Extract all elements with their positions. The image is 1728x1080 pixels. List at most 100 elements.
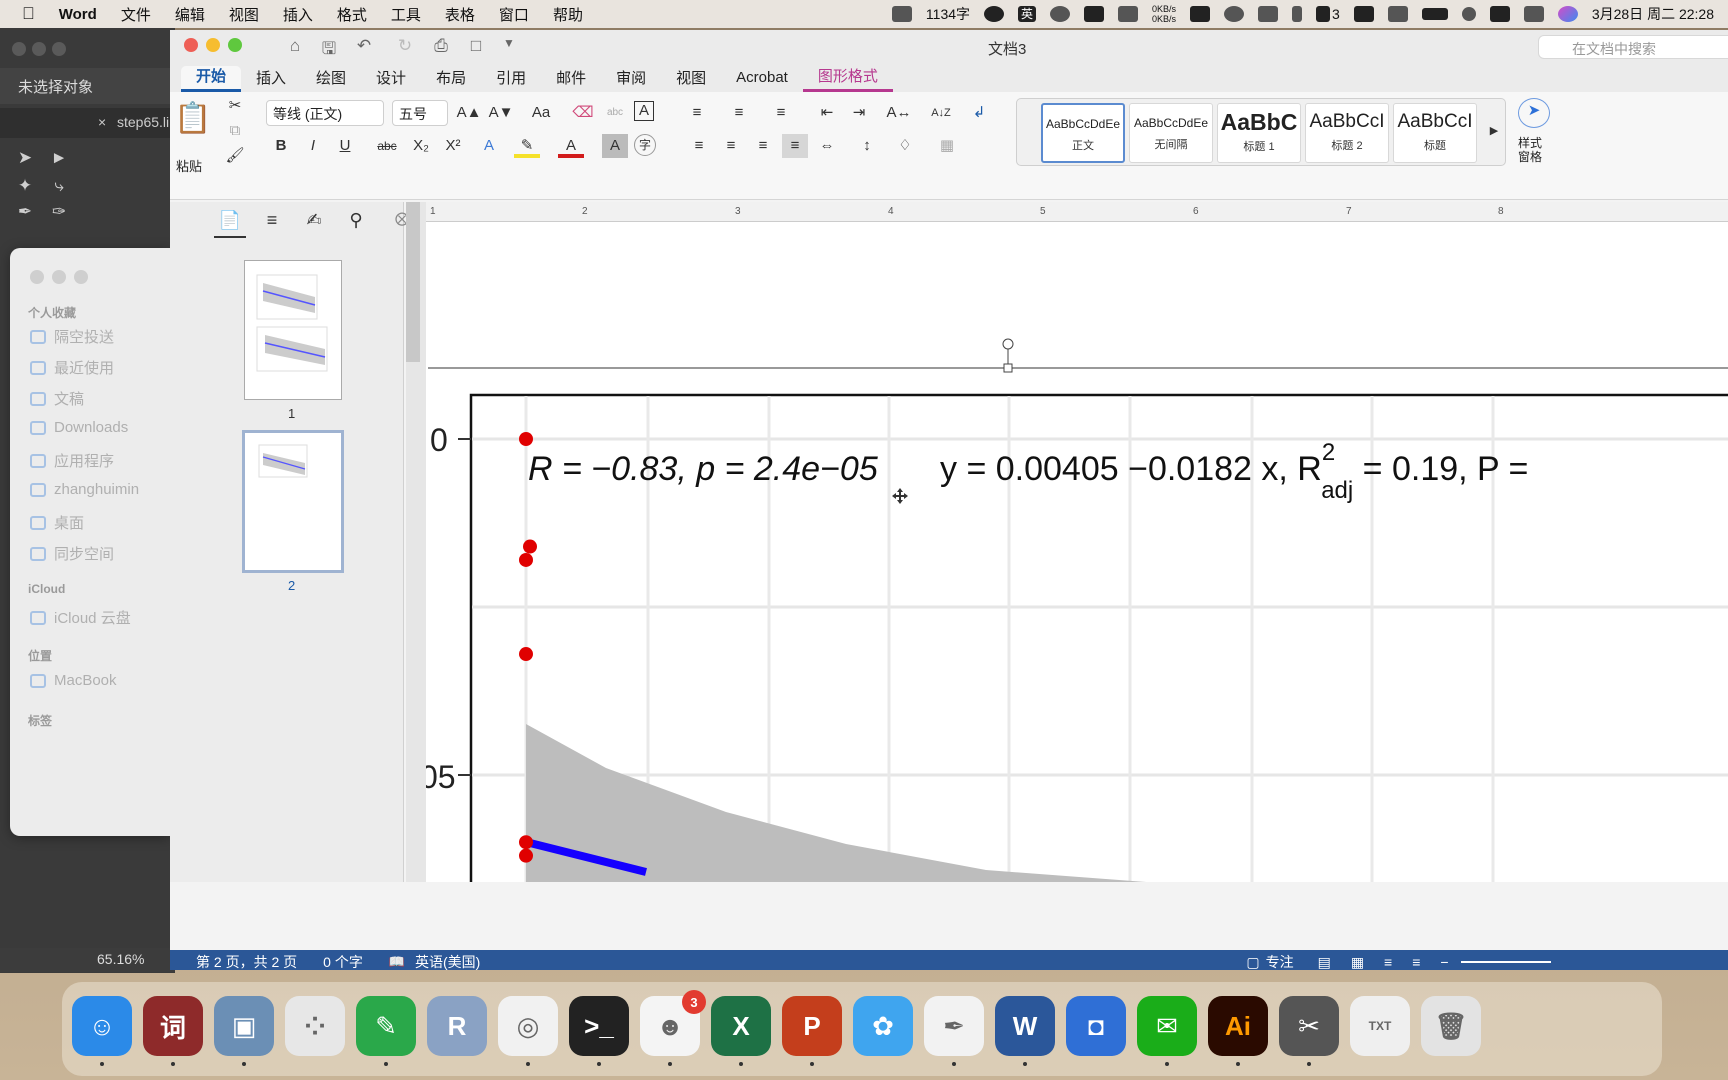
dock-txt-icon[interactable]: TXT — [1350, 996, 1410, 1056]
finder-item-desktop[interactable]: 桌面 — [30, 512, 84, 533]
strikethrough-button[interactable]: abc — [374, 134, 400, 158]
shading-icon[interactable]: ♢ — [892, 134, 918, 158]
customize-toolbar-icon[interactable]: ▼ — [498, 36, 520, 56]
curvature-tool-icon[interactable]: ✑ — [48, 202, 70, 222]
print-icon[interactable]: ⎙ — [430, 36, 452, 56]
finder-item-applications[interactable]: 应用程序 — [30, 450, 114, 471]
spotlight-icon[interactable] — [1461, 7, 1476, 21]
dock-启动台-icon[interactable]: ⁘ — [285, 996, 345, 1056]
ai-zoom-button[interactable] — [52, 42, 66, 56]
notification-menu[interactable]: 3 — [1316, 6, 1340, 22]
leaf-icon[interactable] — [1258, 6, 1279, 22]
cut-icon[interactable]: ✂ — [222, 94, 248, 118]
document-page[interactable]: 0 05 R = −0.83, p = 2.4e−05 y = 0.00405 … — [426, 222, 1728, 882]
close-button[interactable] — [184, 38, 198, 52]
tab-insert[interactable]: 插入 — [241, 66, 301, 92]
menu-format[interactable]: 格式 — [337, 4, 367, 25]
word-count[interactable]: 1134字 — [926, 4, 970, 24]
ai-zoom-level[interactable]: 65.16% — [0, 948, 175, 972]
tab-acrobat[interactable]: Acrobat — [721, 66, 803, 92]
clear-format-icon[interactable]: ⌫ — [570, 101, 596, 125]
paste-icon[interactable]: 📋 — [174, 96, 211, 142]
mic-icon[interactable] — [984, 6, 1005, 22]
menu-view[interactable]: 视图 — [229, 4, 259, 25]
dock-finder-icon[interactable]: ☺ — [72, 996, 132, 1056]
char-spacing-icon[interactable]: A↔ — [886, 101, 912, 125]
proofing-icon[interactable]: 📖 — [389, 954, 405, 970]
paperclip-icon[interactable] — [1292, 6, 1303, 22]
tab-mailings[interactable]: 邮件 — [541, 66, 601, 92]
menu-insert[interactable]: 插入 — [283, 4, 313, 25]
font-size-select[interactable]: 五号 — [392, 100, 448, 126]
dock-r-icon[interactable]: R — [427, 996, 487, 1056]
input-method-indicator[interactable]: 英 — [1018, 6, 1037, 22]
font-name-select[interactable]: 等线 (正文) — [266, 100, 384, 126]
baidu-icon[interactable] — [1224, 6, 1245, 22]
font-color-icon[interactable]: A — [558, 134, 584, 158]
finder-zoom-button[interactable] — [74, 270, 88, 284]
s-app-icon[interactable] — [1489, 6, 1510, 22]
style-title[interactable]: AaBbCcI 标题 — [1393, 103, 1477, 163]
line-spacing-icon[interactable]: ↕ — [854, 134, 880, 158]
tab-design[interactable]: 设计 — [361, 66, 421, 92]
style-normal[interactable]: AaBbCcDdEe 正文 — [1041, 103, 1125, 163]
styles-pane-label[interactable]: 样式 窗格 — [1518, 136, 1542, 164]
outline-layout-icon[interactable]: ≡ — [1384, 954, 1392, 970]
screen-record-icon[interactable] — [891, 6, 912, 22]
dock-终端-icon[interactable]: >_ — [569, 996, 629, 1056]
dock-预览-icon[interactable]: ▣ — [214, 996, 274, 1056]
dock-chrome-icon[interactable]: ◎ — [498, 996, 558, 1056]
siri-icon[interactable] — [1557, 6, 1578, 22]
dock-word-icon[interactable]: W — [995, 996, 1055, 1056]
search-icon[interactable]: ⚲ — [340, 210, 372, 238]
wifi-off-icon[interactable] — [1387, 6, 1408, 22]
dock-bob-icon[interactable]: ◘ — [1066, 996, 1126, 1056]
page-indicator[interactable]: 第 2 页，共 2 页 — [196, 952, 297, 970]
edit-list-icon[interactable]: ✍ — [298, 210, 330, 238]
finder-item-macbook[interactable]: MacBook — [30, 672, 117, 689]
finder-item-icloud-drive[interactable]: iCloud 云盘 — [30, 607, 131, 628]
change-case-icon[interactable]: Aa — [528, 101, 554, 125]
app-menu-icon[interactable] — [1118, 6, 1139, 22]
align-center-icon[interactable]: ≡ — [718, 134, 744, 158]
justify-icon[interactable]: ≡ — [782, 134, 808, 158]
finder-item-home[interactable]: zhanghuimin — [30, 481, 139, 498]
apple-menu-icon[interactable]:  — [22, 4, 35, 24]
tab-view[interactable]: 视图 — [661, 66, 721, 92]
increase-indent-icon[interactable]: ⇥ — [846, 101, 872, 125]
ai-close-button[interactable] — [12, 42, 26, 56]
thumbnails-view-icon[interactable]: 📄 — [214, 210, 246, 238]
borders-icon[interactable]: ▦ — [934, 134, 960, 158]
ai-minimize-button[interactable] — [32, 42, 46, 56]
underline-button[interactable]: U — [332, 134, 358, 158]
style-heading-2[interactable]: AaBbCcI 标题 2 — [1305, 103, 1389, 163]
show-marks-icon[interactable]: ↲ — [966, 101, 992, 125]
tab-home[interactable]: 开始 — [181, 66, 242, 92]
tab-references[interactable]: 引用 — [481, 66, 541, 92]
sort-icon[interactable]: A↓Z — [928, 101, 954, 125]
decrease-indent-icon[interactable]: ⇤ — [814, 101, 840, 125]
menu-table[interactable]: 表格 — [445, 4, 475, 25]
redo-icon[interactable]: ↻ — [394, 36, 416, 56]
ai-doc-tab[interactable]: × step65.li — [0, 108, 175, 138]
ai-tab-close-icon[interactable]: × — [98, 114, 106, 130]
dock-微信-icon[interactable]: ✉ — [1137, 996, 1197, 1056]
draft-layout-icon[interactable]: ≡ — [1412, 954, 1420, 970]
finder-minimize-button[interactable] — [52, 270, 66, 284]
cat-icon[interactable] — [1084, 6, 1105, 22]
style-heading-1[interactable]: AaBbC 标题 1 — [1217, 103, 1301, 163]
new-doc-icon[interactable]: □ — [465, 36, 487, 56]
copy-icon[interactable]: ⧉ — [222, 119, 248, 143]
zoom-slider[interactable] — [1460, 961, 1551, 963]
zoom-button[interactable] — [228, 38, 242, 52]
page-thumbnail-2[interactable] — [242, 430, 344, 573]
dock-废纸篓-icon[interactable]: 🗑 — [1421, 996, 1481, 1056]
dock-final-cut-icon[interactable]: ✂ — [1279, 996, 1339, 1056]
tab-layout[interactable]: 布局 — [421, 66, 481, 92]
rotate-handle[interactable] — [1002, 338, 1014, 350]
menu-tools[interactable]: 工具 — [391, 4, 421, 25]
subscript-button[interactable]: X₂ — [408, 134, 434, 158]
menu-file[interactable]: 文件 — [121, 4, 151, 25]
selection-tool-icon[interactable]: ➤ — [14, 148, 36, 168]
dock-百度网盘-icon[interactable]: ✿ — [853, 996, 913, 1056]
